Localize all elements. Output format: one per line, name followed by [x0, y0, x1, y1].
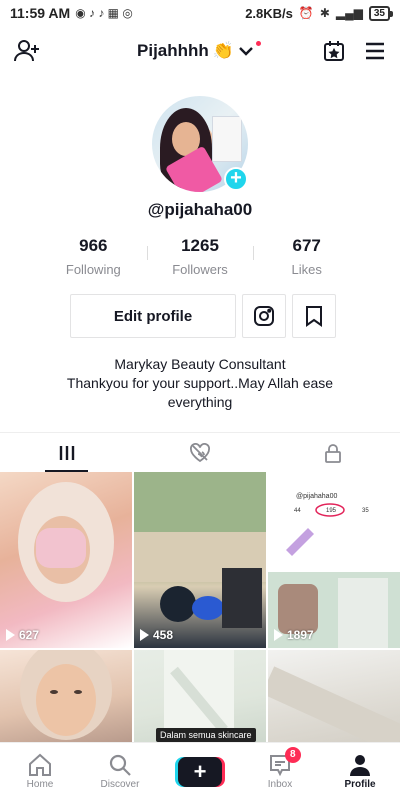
bookmark-icon: [305, 305, 323, 327]
calendar-star-icon[interactable]: [322, 39, 346, 63]
nav-profile-label: Profile: [344, 779, 376, 790]
video-caption: Dalam semua skincare: [156, 728, 256, 742]
home-icon: [27, 753, 53, 777]
view-count: 1897: [274, 628, 314, 642]
clap-emoji: 👏: [212, 41, 234, 60]
chevron-down-icon[interactable]: [238, 45, 254, 57]
create-button[interactable]: +: [178, 756, 222, 787]
alarm-icon: ⏰: [298, 6, 314, 20]
bluetooth-icon: ✱: [319, 6, 330, 20]
nav-discover-label: Discover: [100, 779, 140, 790]
videos-grid-icon: [58, 444, 76, 462]
tab-liked[interactable]: [133, 433, 266, 472]
video-thumbnail[interactable]: 458: [134, 472, 266, 648]
tab-videos[interactable]: [0, 433, 133, 472]
username: @pijahaha00: [147, 200, 253, 219]
nav-inbox[interactable]: 8 Inbox: [240, 743, 320, 800]
svg-text:@pijahaha00: @pijahaha00: [296, 493, 337, 500]
status-bar: 11:59 AM ◉ ♪ ♪ ▦ ◎ 2.8KB/s ⏰ ✱ ▂▄▆ 35: [0, 0, 400, 26]
bio-line-1: Marykay Beauty Consultant: [114, 356, 286, 372]
video-grid: 627 458 @pijahaha00 44 195 35 1897 Dalam…: [0, 472, 400, 760]
following-label: Following: [65, 262, 121, 277]
instagram-button[interactable]: [242, 294, 286, 338]
nav-home[interactable]: Home: [0, 743, 80, 800]
likes-count: 677: [292, 236, 321, 255]
nav-create[interactable]: +: [160, 743, 240, 800]
inbox-badge: 8: [284, 747, 301, 763]
stat-likes[interactable]: 677 Likes: [253, 236, 360, 277]
thumbnail-art: @pijahaha00 44 195 35: [268, 472, 400, 648]
thumbnail-art: [134, 472, 266, 628]
search-icon: [108, 753, 132, 777]
followers-label: Followers: [172, 262, 228, 277]
likes-label: Likes: [291, 262, 322, 277]
avatar-background-shelf: [212, 116, 242, 162]
view-count: 627: [6, 628, 39, 642]
network-speed: 2.8KB/s: [245, 5, 293, 21]
following-count: 966: [79, 236, 108, 255]
view-count-value: 627: [19, 628, 40, 642]
signal-icon: ▂▄▆: [335, 6, 363, 20]
play-icon: [140, 629, 149, 641]
menu-icon[interactable]: [364, 40, 386, 62]
profile-tabs: [0, 432, 400, 472]
battery-indicator: 35: [368, 5, 394, 21]
stat-followers[interactable]: 1265 Followers: [146, 236, 254, 277]
private-lock-icon: [324, 443, 342, 463]
bottom-nav: Home Discover + 8 Inbox Profile: [0, 742, 400, 800]
notification-icons: ◉ ♪ ♪ ▦ ◎: [75, 6, 133, 20]
svg-text:195: 195: [326, 508, 337, 514]
play-icon: [6, 629, 15, 641]
bio-line-2: Thankyou for your support..May Allah eas…: [66, 375, 334, 410]
profile-icon: [348, 753, 372, 777]
battery-level: 35: [373, 7, 385, 19]
view-count-value: 458: [153, 628, 174, 642]
liked-hidden-icon: [189, 442, 211, 463]
profile-header: Pijahhhh 👏: [0, 30, 400, 72]
nav-discover[interactable]: Discover: [80, 743, 160, 800]
stat-following[interactable]: 966 Following: [40, 236, 147, 277]
nav-inbox-label: Inbox: [267, 779, 293, 790]
thumbnail-art: [18, 482, 114, 602]
profile-stats: 966 Following 1265 Followers 677 Likes: [40, 236, 360, 277]
nav-home-label: Home: [26, 779, 54, 790]
account-name[interactable]: Pijahhhh: [137, 41, 209, 61]
profile-actions: Edit profile: [70, 294, 336, 338]
video-thumbnail[interactable]: @pijahaha00 44 195 35 1897: [268, 472, 400, 648]
video-thumbnail[interactable]: 627: [0, 472, 132, 648]
status-time: 11:59 AM: [10, 5, 71, 21]
edit-profile-button[interactable]: Edit profile: [70, 294, 236, 338]
tab-private[interactable]: [267, 433, 400, 472]
play-icon: [274, 629, 283, 641]
instagram-icon: [253, 305, 275, 327]
nav-profile[interactable]: Profile: [320, 743, 400, 800]
plus-icon: +: [193, 758, 207, 784]
add-avatar-button[interactable]: +: [224, 167, 248, 191]
add-user-icon[interactable]: [14, 38, 40, 64]
view-count: 458: [140, 628, 173, 642]
notification-dot: [255, 40, 261, 46]
svg-text:35: 35: [362, 508, 369, 514]
profile-bio: Marykay Beauty Consultant Thankyou for y…: [0, 355, 400, 412]
favorites-button[interactable]: [292, 294, 336, 338]
svg-text:44: 44: [294, 508, 301, 514]
followers-count: 1265: [181, 236, 219, 255]
view-count-value: 1897: [287, 628, 314, 642]
